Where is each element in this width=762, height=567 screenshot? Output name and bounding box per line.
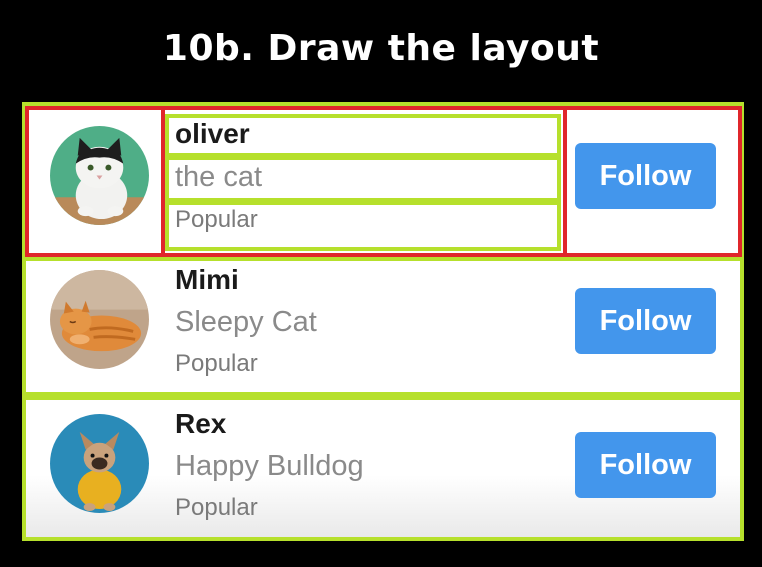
sleeping-cat-avatar-icon: [50, 270, 149, 369]
user-subtitle: the cat: [175, 161, 263, 193]
bulldog-avatar-icon: [50, 414, 149, 513]
layout-divider-right: [563, 108, 567, 255]
cat-avatar-icon: [50, 126, 149, 225]
follow-button[interactable]: Follow: [575, 432, 716, 498]
follow-button[interactable]: Follow: [575, 143, 716, 209]
slide-title: 10b. Draw the layout: [162, 28, 600, 69]
user-tag: Popular: [175, 494, 258, 521]
user-subtitle: Sleepy Cat: [175, 306, 317, 338]
user-name: oliver: [175, 118, 250, 149]
user-tag: Popular: [175, 350, 258, 377]
follow-button[interactable]: Follow: [575, 288, 716, 354]
user-subtitle: Happy Bulldog: [175, 450, 364, 482]
user-name: Mimi: [175, 264, 239, 295]
user-name: Rex: [175, 408, 227, 439]
user-tag: Popular: [175, 206, 258, 233]
